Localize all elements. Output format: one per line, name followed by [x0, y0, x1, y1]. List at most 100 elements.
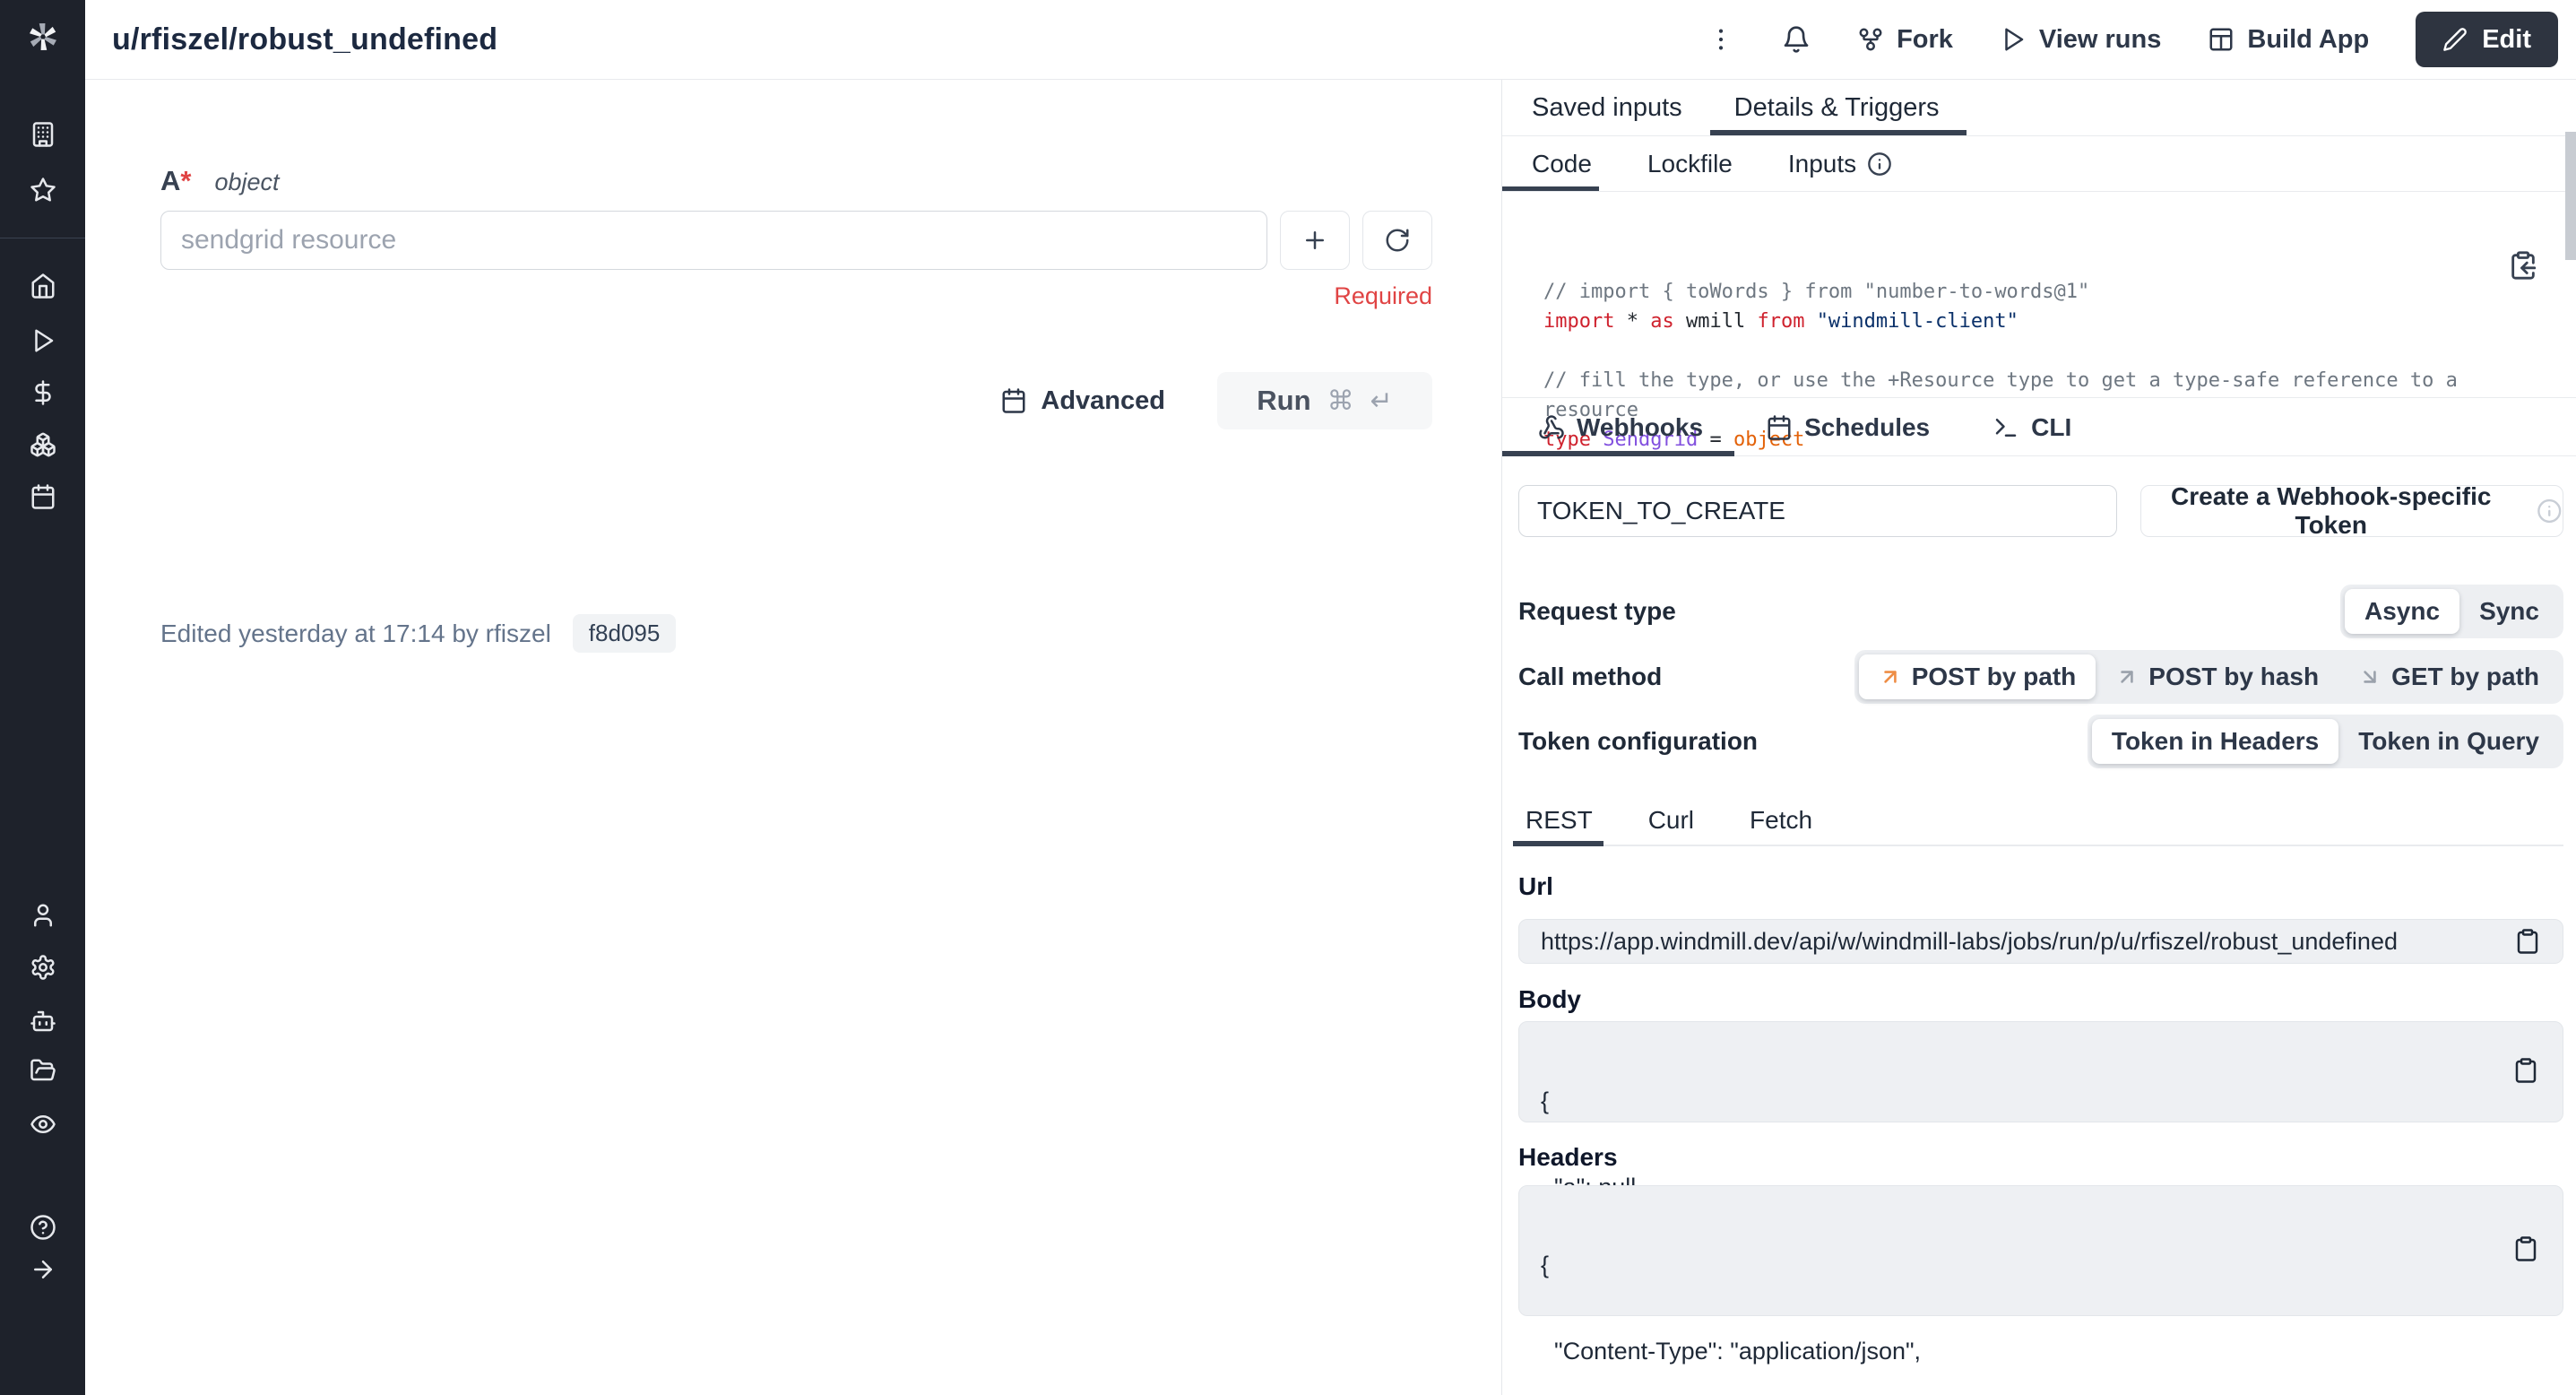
- token-row: Create a Webhook-specific Token: [1518, 485, 2563, 537]
- run-button[interactable]: Run ⌘↵: [1217, 372, 1432, 429]
- calendar-icon: [1766, 414, 1793, 441]
- edited-row: Edited yesterday at 17:14 by rfiszel f8d…: [160, 614, 676, 653]
- code-tabs: Code Lockfile Inputs: [1502, 137, 2576, 192]
- boxes-icon[interactable]: [30, 431, 56, 458]
- run-form: A* object Required Advanced Run ⌘↵ Edi: [85, 80, 1501, 1395]
- edit-button[interactable]: Edit: [2416, 12, 2558, 67]
- token-configuration-label: Token configuration: [1518, 727, 1758, 756]
- option-post-by-hash[interactable]: POST by hash: [2096, 654, 2338, 699]
- arrow-right-icon[interactable]: [30, 1256, 56, 1283]
- required-note: Required: [160, 282, 1432, 310]
- layout-icon: [2208, 26, 2235, 53]
- option-token-in-query[interactable]: Token in Query: [2338, 719, 2559, 764]
- terminal-icon: [1993, 414, 2019, 441]
- option-post-by-path[interactable]: POST by path: [1859, 654, 2096, 699]
- build-app-button[interactable]: Build App: [2208, 25, 2369, 55]
- headers-label: Headers: [1518, 1143, 1618, 1172]
- details-panel: Saved inputs Details & Triggers Code Loc…: [1501, 80, 2576, 1395]
- fork-icon: [1857, 26, 1884, 53]
- field-input-row: [160, 211, 1432, 270]
- tab-webhooks[interactable]: Webhooks: [1502, 399, 1734, 455]
- header-actions: Fork View runs Build App Edit: [1707, 12, 2558, 67]
- sidebar: [0, 0, 85, 1395]
- refresh-icon: [1384, 227, 1411, 254]
- call-method-toggle: POST by path POST by hash GET by path: [1854, 650, 2563, 704]
- arrow-down-right-icon: [2358, 665, 2382, 689]
- page-title: u/rfiszel/robust_undefined: [112, 22, 497, 57]
- folder-open-icon[interactable]: [30, 1057, 56, 1084]
- home-icon[interactable]: [30, 273, 56, 299]
- request-type-toggle: Async Sync: [2340, 585, 2563, 638]
- info-icon: [1867, 152, 1892, 177]
- field-name: A: [160, 165, 180, 197]
- request-type-row: Request type Async Sync: [1518, 585, 2563, 637]
- tab-cli[interactable]: CLI: [1961, 399, 2103, 455]
- eye-icon[interactable]: [30, 1111, 56, 1138]
- help-icon[interactable]: [30, 1214, 56, 1241]
- tab-schedules[interactable]: Schedules: [1734, 399, 1961, 455]
- gear-icon[interactable]: [30, 954, 56, 981]
- enter-key-icon: ↵: [1370, 386, 1393, 417]
- code-viewer: // import { toWords } from "number-to-wo…: [1502, 193, 2576, 398]
- field-label: A* object: [160, 165, 280, 197]
- runs-play-icon[interactable]: [30, 327, 56, 354]
- clipboard-icon: [2512, 1234, 2539, 1264]
- copy-body-button[interactable]: [2512, 1028, 2539, 1059]
- clipboard-icon: [2512, 1055, 2539, 1086]
- pencil-icon: [2442, 27, 2468, 52]
- version-hash-badge: f8d095: [573, 614, 677, 653]
- windmill-app: u/rfiszel/robust_undefined Fork View run…: [0, 0, 2576, 1395]
- trigger-tabs: Webhooks Schedules CLI: [1502, 399, 2576, 456]
- view-runs-button[interactable]: View runs: [2000, 25, 2161, 55]
- windmill-logo[interactable]: [22, 16, 64, 57]
- headers-line: "Content-Type": "application/json",: [1541, 1337, 2477, 1365]
- panel-tabs: Saved inputs Details & Triggers: [1502, 80, 2576, 136]
- tab-curl[interactable]: Curl: [1641, 796, 1701, 845]
- fork-button[interactable]: Fork: [1857, 25, 1953, 55]
- dollar-icon[interactable]: [30, 379, 56, 406]
- token-configuration-toggle: Token in Headers Token in Query: [2088, 715, 2563, 768]
- refresh-button[interactable]: [1362, 211, 1432, 270]
- token-input[interactable]: [1518, 485, 2117, 537]
- header: u/rfiszel/robust_undefined Fork View run…: [85, 0, 2576, 80]
- panel-scrollbar[interactable]: [2565, 132, 2576, 260]
- url-value: https://app.windmill.dev/api/w/windmill-…: [1541, 928, 2514, 956]
- tab-code[interactable]: Code: [1532, 137, 1592, 191]
- plus-icon: [1301, 227, 1328, 254]
- clipboard-copy-icon: [2508, 250, 2538, 281]
- option-async[interactable]: Async: [2345, 589, 2459, 634]
- copy-headers-button[interactable]: [2512, 1207, 2539, 1237]
- request-type-label: Request type: [1518, 597, 1676, 626]
- tab-saved-inputs[interactable]: Saved inputs: [1532, 80, 1682, 135]
- copy-code-button[interactable]: [2508, 223, 2538, 254]
- add-resource-button[interactable]: [1280, 211, 1350, 270]
- calendar-icon[interactable]: [30, 483, 56, 510]
- url-label: Url: [1518, 872, 1553, 901]
- star-icon[interactable]: [30, 177, 56, 204]
- robot-icon[interactable]: [30, 1008, 56, 1035]
- building-icon[interactable]: [30, 121, 56, 148]
- call-method-row: Call method POST by path POST by hash GE…: [1518, 651, 2563, 703]
- clipboard-icon: [2514, 926, 2541, 957]
- option-sync[interactable]: Sync: [2459, 589, 2559, 634]
- copy-url-button[interactable]: [2514, 926, 2541, 957]
- tab-rest[interactable]: REST: [1518, 796, 1600, 845]
- user-icon[interactable]: [30, 902, 56, 929]
- required-asterisk: *: [180, 165, 191, 197]
- option-get-by-path[interactable]: GET by path: [2338, 654, 2559, 699]
- resource-input[interactable]: [160, 211, 1267, 270]
- call-method-label: Call method: [1518, 663, 1662, 691]
- bell-icon[interactable]: [1782, 25, 1811, 54]
- advanced-button[interactable]: Advanced: [1000, 386, 1165, 416]
- tab-lockfile[interactable]: Lockfile: [1647, 137, 1733, 191]
- run-row: Advanced Run ⌘↵: [160, 372, 1432, 429]
- option-token-in-headers[interactable]: Token in Headers: [2092, 719, 2338, 764]
- arrow-up-right-icon: [1879, 665, 1902, 689]
- tab-details-triggers[interactable]: Details & Triggers: [1734, 80, 1940, 135]
- tab-inputs[interactable]: Inputs: [1788, 137, 1892, 191]
- kebab-menu-icon[interactable]: [1707, 25, 1735, 54]
- tab-fetch[interactable]: Fetch: [1742, 796, 1820, 845]
- field-type: object: [214, 169, 279, 196]
- create-webhook-token-button[interactable]: Create a Webhook-specific Token: [2140, 485, 2563, 537]
- body-label: Body: [1518, 985, 1581, 1014]
